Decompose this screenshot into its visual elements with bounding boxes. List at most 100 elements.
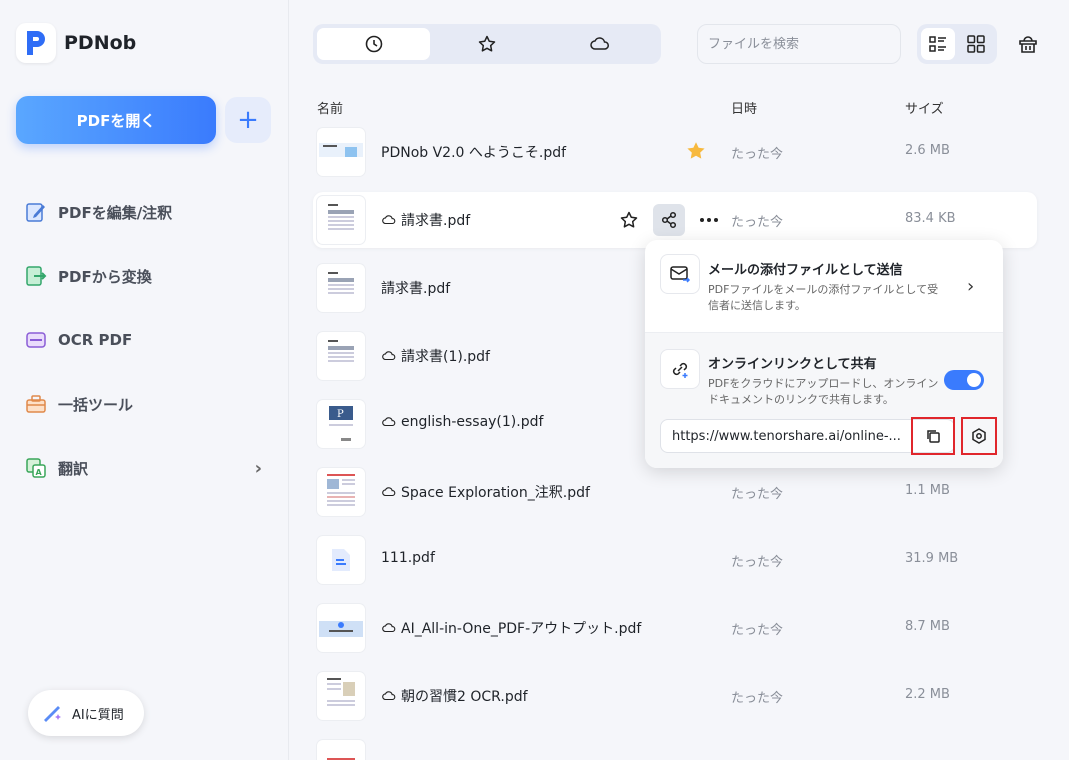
plus-icon: + <box>237 105 259 135</box>
ai-sparkle-icon <box>44 706 61 722</box>
share-online-link-section: オンラインリンクとして共有 PDFをクラウドにアップロードし、オンラインドキュメ… <box>645 332 1003 468</box>
file-size: 31.9 MB <box>905 551 959 566</box>
list-view-icon <box>929 36 946 52</box>
file-name: AI_All-in-One_PDF-アウトプット.pdf <box>381 618 641 638</box>
open-pdf-button[interactable]: PDFを開く <box>16 96 216 144</box>
list-view-button[interactable] <box>921 28 955 60</box>
document-icon <box>332 549 350 571</box>
more-horizontal-icon <box>700 218 718 222</box>
svg-text:P: P <box>337 409 344 420</box>
app-name: PDNob <box>64 32 137 54</box>
chevron-right-icon: › <box>967 276 975 297</box>
file-thumbnail <box>317 536 365 584</box>
file-name: PDNob V2.0 へようこそ.pdf <box>381 145 567 161</box>
ask-ai-label: AIに質問 <box>72 707 124 723</box>
sidebar-item-label: 翻訳 <box>58 459 89 478</box>
cloud-icon <box>382 691 396 701</box>
recent-icon <box>365 35 382 53</box>
pdnob-logo-icon <box>16 23 56 63</box>
sidebar-item-label: 一括ツール <box>58 395 134 414</box>
edit-icon <box>26 203 45 222</box>
star-button[interactable] <box>613 204 645 236</box>
convert-icon <box>26 266 47 286</box>
share-icon <box>661 211 677 229</box>
file-row[interactable] <box>313 736 1037 760</box>
email-option-description: PDFファイルをメールの添付ファイルとして受信者に送信します。 <box>708 283 939 312</box>
toolbox-icon <box>26 395 46 413</box>
share-link-toggle[interactable] <box>944 370 984 390</box>
sidebar-item-label: PDFから変換 <box>58 267 152 286</box>
ocr-icon <box>26 332 46 348</box>
file-thumbnail <box>317 196 365 244</box>
sidebar-item-ocr[interactable]: OCR PDF <box>24 308 270 372</box>
link-icon <box>660 349 700 389</box>
share-via-email-option[interactable]: メールの添付ファイルとして送信 PDFファイルをメールの添付ファイルとして受信者… <box>645 240 1003 332</box>
row-actions <box>613 204 725 236</box>
file-date: たった今 <box>731 555 784 570</box>
file-name: 請求書.pdf <box>381 281 451 297</box>
file-row[interactable]: 朝の習慣2 OCR.pdf たった今 2.2 MB <box>313 668 1037 724</box>
file-name: 請求書(1).pdf <box>381 346 490 366</box>
tab-recent[interactable] <box>317 28 431 60</box>
cloud-icon <box>382 351 396 361</box>
file-size: 2.6 MB <box>905 143 950 158</box>
mail-icon <box>660 254 700 294</box>
file-date: たった今 <box>731 487 784 502</box>
svg-text:A: A <box>36 468 43 477</box>
file-date: たった今 <box>731 691 784 706</box>
sidebar-item-translate[interactable]: A 翻訳 › <box>24 436 270 500</box>
sidebar-item-convert[interactable]: PDFから変換 <box>24 244 270 308</box>
file-name: 111.pdf <box>381 550 435 566</box>
file-row[interactable]: 111.pdf たった今 31.9 MB <box>313 532 1037 588</box>
trash-button[interactable] <box>1016 32 1040 56</box>
sidebar-item-batch[interactable]: 一括ツール <box>24 372 270 436</box>
starred-icon[interactable] <box>685 140 707 162</box>
file-filter-tabs <box>313 24 661 64</box>
grid-view-button[interactable] <box>959 28 993 60</box>
ask-ai-button[interactable]: AIに質問 <box>28 690 144 736</box>
file-thumbnail <box>317 468 365 516</box>
chevron-right-icon: › <box>254 457 262 479</box>
tab-starred[interactable] <box>430 28 543 60</box>
file-name: Space Exploration_注釈.pdf <box>381 482 590 502</box>
tab-cloud[interactable] <box>544 28 657 60</box>
file-date: たった今 <box>731 147 784 162</box>
sidebar: PDNob PDFを開く + PDFを編集/注釈 PDFから変換 OCR PDF… <box>0 0 289 760</box>
file-size: 1.1 MB <box>905 483 950 498</box>
file-row[interactable]: Space Exploration_注釈.pdf たった今 1.1 MB <box>313 464 1037 520</box>
file-row[interactable]: AI_All-in-One_PDF-アウトプット.pdf たった今 8.7 MB <box>313 600 1037 656</box>
copy-link-button[interactable] <box>911 417 955 455</box>
file-thumbnail <box>317 740 365 760</box>
column-header-name[interactable]: 名前 <box>317 98 343 117</box>
search-input[interactable] <box>697 24 901 64</box>
file-row[interactable]: PDNob V2.0 へようこそ.pdf たった今 2.6 MB <box>313 124 1037 180</box>
cloud-icon <box>382 487 396 497</box>
share-link-text: https://www.tenorshare.ai/online-... <box>672 428 901 444</box>
sidebar-item-edit[interactable]: PDFを編集/注釈 <box>24 180 270 244</box>
file-size: 2.2 MB <box>905 687 950 702</box>
sidebar-nav: PDFを編集/注釈 PDFから変換 OCR PDF 一括ツール A 翻訳 › <box>24 180 270 500</box>
file-thumbnail <box>317 264 365 312</box>
link-settings-button[interactable] <box>961 417 997 455</box>
file-name: 請求書.pdf <box>381 210 470 230</box>
grid-view-icon <box>967 35 985 53</box>
file-thumbnail <box>317 672 365 720</box>
file-thumbnail <box>317 604 365 652</box>
column-header-size[interactable]: サイズ <box>905 98 944 117</box>
add-button[interactable]: + <box>225 97 271 143</box>
more-button[interactable] <box>693 204 725 236</box>
cloud-icon <box>382 417 396 427</box>
copy-icon <box>927 430 940 443</box>
share-button[interactable] <box>653 204 685 236</box>
link-option-description: PDFをクラウドにアップロードし、オンラインドキュメントのリンクで共有します。 <box>708 377 939 406</box>
file-size: 83.4 KB <box>905 211 956 226</box>
translate-icon: A <box>26 458 46 478</box>
cloud-icon <box>382 623 396 633</box>
column-header-date[interactable]: 日時 <box>731 98 757 117</box>
file-thumbnail <box>317 128 365 176</box>
link-option-title: オンラインリンクとして共有 <box>708 357 877 372</box>
file-date: たった今 <box>731 215 784 230</box>
file-name: english-essay(1).pdf <box>381 414 543 430</box>
share-popup: メールの添付ファイルとして送信 PDFファイルをメールの添付ファイルとして受信者… <box>645 240 1003 468</box>
sidebar-item-label: PDFを編集/注釈 <box>58 203 173 222</box>
